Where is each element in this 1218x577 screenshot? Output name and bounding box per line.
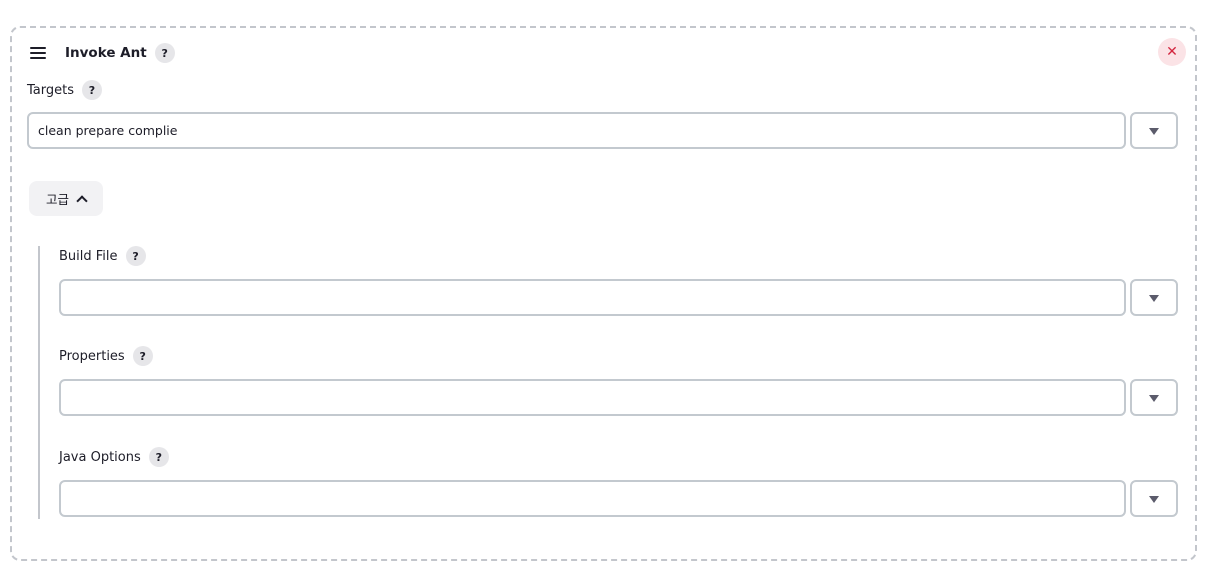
triangle-down-icon <box>1149 295 1159 302</box>
help-icon[interactable]: ? <box>125 246 146 266</box>
advanced-label: 고급 <box>45 192 69 207</box>
properties-label-row: Properties ? <box>59 346 153 366</box>
step-title: Invoke Ant <box>65 45 147 61</box>
properties-label: Properties <box>59 348 125 364</box>
java-options-label: Java Options <box>59 449 141 465</box>
properties-input[interactable] <box>59 379 1126 416</box>
build-file-label: Build File <box>59 248 118 264</box>
step-header: Invoke Ant ? <box>30 42 175 64</box>
triangle-down-icon <box>1149 128 1159 135</box>
advanced-toggle-button[interactable]: 고급 <box>29 181 103 216</box>
advanced-section-divider <box>38 246 40 519</box>
triangle-down-icon <box>1149 496 1159 503</box>
chevron-up-icon <box>76 194 88 207</box>
close-button[interactable]: ✕ <box>1158 38 1186 66</box>
build-file-dropdown-button[interactable] <box>1130 279 1178 316</box>
targets-input[interactable] <box>27 112 1126 149</box>
java-options-input[interactable] <box>59 480 1126 517</box>
targets-label-row: Targets ? <box>27 80 102 100</box>
java-options-label-row: Java Options ? <box>59 447 169 467</box>
properties-dropdown-button[interactable] <box>1130 379 1178 416</box>
build-file-label-row: Build File ? <box>59 246 146 266</box>
help-icon[interactable]: ? <box>148 447 169 467</box>
help-icon[interactable]: ? <box>154 43 175 63</box>
triangle-down-icon <box>1149 395 1159 402</box>
invoke-ant-step-card: Invoke Ant ? ✕ Targets ? 고급 Build File ?… <box>10 26 1197 561</box>
help-icon[interactable]: ? <box>132 346 153 366</box>
targets-dropdown-button[interactable] <box>1130 112 1178 149</box>
hamburger-icon[interactable] <box>30 47 46 59</box>
java-options-dropdown-button[interactable] <box>1130 480 1178 517</box>
targets-label: Targets <box>27 82 74 98</box>
build-file-input[interactable] <box>59 279 1126 316</box>
help-icon[interactable]: ? <box>82 80 102 100</box>
